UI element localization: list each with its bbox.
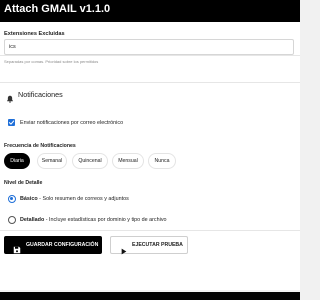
detail-basic-desc: - Solo resumen de correos y adjuntos bbox=[37, 196, 129, 202]
bell-icon bbox=[6, 90, 14, 103]
detail-basic-label: Básico - Solo resumen de correos y adjun… bbox=[20, 196, 129, 202]
detail-detailed-radio[interactable] bbox=[8, 216, 16, 224]
detail-basic-radio[interactable] bbox=[8, 195, 16, 203]
save-icon bbox=[13, 241, 21, 254]
excluded-extensions-input[interactable]: ics bbox=[4, 39, 294, 55]
frequency-option-diaria[interactable]: Diaria bbox=[4, 153, 30, 169]
play-icon bbox=[121, 242, 127, 255]
app-title: Attach GMAIL v1.1.0 bbox=[4, 3, 111, 15]
frequency-option-nunca[interactable]: Nunca bbox=[148, 153, 176, 169]
run-test-label: EJECUTAR PRUEBA bbox=[132, 242, 183, 248]
run-test-button[interactable]: EJECUTAR PRUEBA bbox=[110, 236, 188, 255]
extensions-hint: Separadas por comas. Prioridad sobre los… bbox=[4, 59, 99, 64]
excluded-extensions-value: ics bbox=[9, 44, 16, 50]
email-notifications-label: Enviar notificaciones por correo electró… bbox=[20, 120, 124, 126]
app-header: Attach GMAIL v1.1.0 bbox=[0, 0, 300, 22]
save-configuration-label: GUARDAR CONFIGURACIÓN bbox=[26, 242, 99, 248]
detail-detailed-label: Detallado - Incluye estadísticas por dom… bbox=[20, 217, 167, 223]
bottom-bar bbox=[0, 292, 300, 300]
detail-detailed-desc: - Incluye estadísticas por dominio y tip… bbox=[44, 217, 167, 223]
email-notifications-checkbox[interactable] bbox=[8, 119, 15, 126]
notifications-section-title: Notificaciones bbox=[18, 90, 63, 99]
section-divider bbox=[0, 55, 300, 56]
frequency-option-mensual[interactable]: Mensual bbox=[112, 153, 144, 169]
section-divider bbox=[0, 82, 300, 83]
section-divider bbox=[0, 230, 300, 231]
detail-level-label: Nivel de Detalle bbox=[4, 180, 43, 186]
frequency-option-quincenal[interactable]: Quincenal bbox=[72, 153, 108, 169]
detail-detailed-title: Detallado bbox=[20, 217, 45, 223]
frequency-option-semanal[interactable]: Semanal bbox=[37, 153, 67, 169]
detail-basic-title: Básico bbox=[20, 196, 38, 202]
frequency-label: Frecuencia de Notificaciones bbox=[4, 143, 76, 149]
save-configuration-button[interactable]: GUARDAR CONFIGURACIÓN bbox=[4, 236, 102, 254]
extensions-label: Extensiones Excluidas bbox=[4, 31, 65, 37]
